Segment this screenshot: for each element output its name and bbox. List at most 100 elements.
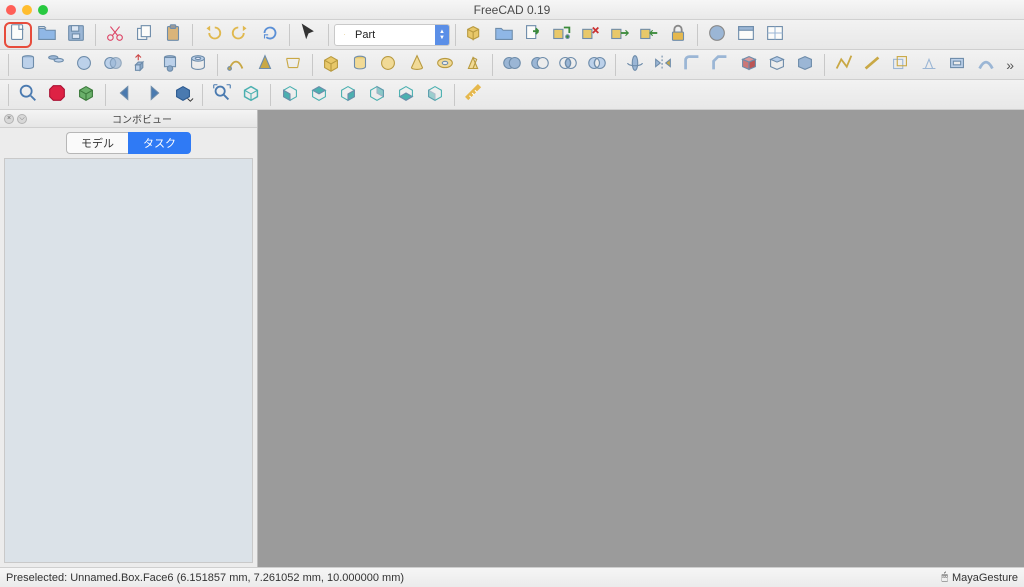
front-button[interactable] <box>276 82 304 108</box>
link-break-button[interactable] <box>577 22 605 48</box>
shell-button[interactable] <box>763 52 790 78</box>
thickness-icon <box>946 52 968 77</box>
right-button[interactable] <box>334 82 362 108</box>
track-button[interactable] <box>761 22 789 48</box>
revolve-button[interactable] <box>621 52 648 78</box>
stop-icon <box>46 82 68 107</box>
refresh-button[interactable] <box>256 22 284 48</box>
tube-icon <box>187 52 209 77</box>
save-doc-button[interactable] <box>62 22 90 48</box>
cone-shape-icon <box>254 52 276 77</box>
view-dd-button[interactable] <box>169 82 197 108</box>
cone-shape-button[interactable] <box>251 52 278 78</box>
sweep2-button[interactable] <box>972 52 999 78</box>
project-button[interactable] <box>915 52 942 78</box>
cyl-2-icon <box>45 52 67 77</box>
toolbar-separator <box>455 24 456 46</box>
fillet-button[interactable] <box>678 52 705 78</box>
bool-cut-button[interactable] <box>526 52 553 78</box>
tube-button[interactable] <box>184 52 211 78</box>
bool-cut-icon <box>529 52 551 77</box>
tab-task[interactable]: タスク <box>128 132 191 154</box>
zoom-button[interactable] <box>14 82 42 108</box>
bottom-button[interactable] <box>392 82 420 108</box>
new-doc-button[interactable] <box>4 22 32 48</box>
window-icon <box>735 22 757 47</box>
edge-button[interactable] <box>858 52 885 78</box>
zoom-fit-icon <box>211 82 233 107</box>
box-button[interactable] <box>318 52 345 78</box>
rear-button[interactable] <box>363 82 391 108</box>
workbench-selector[interactable]: Part▲▼ <box>334 24 450 46</box>
cone-p-button[interactable] <box>403 52 430 78</box>
link-var-button[interactable] <box>606 22 634 48</box>
stop-button[interactable] <box>43 82 71 108</box>
thickness-button[interactable] <box>944 52 971 78</box>
new-doc-icon <box>7 22 29 47</box>
tab-model[interactable]: モデル <box>66 132 128 154</box>
combo-view-panel: × ⌵ コンボビュー モデル タスク <box>0 110 258 567</box>
link-group-button[interactable] <box>548 22 576 48</box>
chamfer-button[interactable] <box>707 52 734 78</box>
viewport-3d[interactable] <box>258 110 1024 567</box>
panel-close-icon[interactable]: × <box>4 114 14 124</box>
panel-undock-icon[interactable]: ⌵ <box>17 114 27 124</box>
iso-button[interactable] <box>237 82 265 108</box>
close-icon[interactable] <box>6 5 16 15</box>
link-var-icon <box>609 22 631 47</box>
pointer-button[interactable] <box>295 22 323 48</box>
undo-button[interactable] <box>198 22 226 48</box>
sphere-p-button[interactable] <box>374 52 401 78</box>
lock-button[interactable] <box>664 22 692 48</box>
bool-union-icon <box>501 52 523 77</box>
maximize-icon[interactable] <box>38 5 48 15</box>
cyl-join-icon <box>159 52 181 77</box>
torus-p-button[interactable] <box>431 52 458 78</box>
box-link-button[interactable] <box>461 22 489 48</box>
nav-style-icon[interactable]: 🖱 <box>941 571 948 584</box>
zoom-fit-button[interactable] <box>208 82 236 108</box>
link-sel-button[interactable] <box>635 22 663 48</box>
bool-xor-button[interactable] <box>583 52 610 78</box>
minimize-icon[interactable] <box>22 5 32 15</box>
extrude-button[interactable] <box>127 52 154 78</box>
cyl-join-button[interactable] <box>156 52 183 78</box>
status-nav-style[interactable]: MayaGesture <box>952 572 1018 584</box>
color-pick-button[interactable] <box>703 22 731 48</box>
window-button[interactable] <box>732 22 760 48</box>
cyl-2-button[interactable] <box>42 52 69 78</box>
export-button[interactable] <box>519 22 547 48</box>
solid-button[interactable] <box>792 52 819 78</box>
face-icon <box>738 52 760 77</box>
bool-intersect-button[interactable] <box>555 52 582 78</box>
sweep-button[interactable] <box>223 52 250 78</box>
cut-button[interactable] <box>101 22 129 48</box>
left-button[interactable] <box>421 82 449 108</box>
face-button[interactable] <box>735 52 762 78</box>
paste-button[interactable] <box>159 22 187 48</box>
toolbar-separator <box>105 84 106 106</box>
link-group-icon <box>551 22 573 47</box>
wire-button[interactable] <box>830 52 857 78</box>
open-doc-button[interactable] <box>33 22 61 48</box>
cylinder-p-button[interactable] <box>346 52 373 78</box>
sphere-button[interactable] <box>71 52 98 78</box>
folder-button[interactable] <box>490 22 518 48</box>
copy-button[interactable] <box>130 22 158 48</box>
cylinder-button[interactable] <box>14 52 41 78</box>
toolbar-separator <box>8 54 9 76</box>
arrow-left-button[interactable] <box>111 82 139 108</box>
arrow-right-button[interactable] <box>140 82 168 108</box>
bool-union-button[interactable] <box>498 52 525 78</box>
measure-button[interactable] <box>460 82 488 108</box>
mirror-button[interactable] <box>650 52 677 78</box>
nav-cube-button[interactable] <box>72 82 100 108</box>
redo-button[interactable] <box>227 22 255 48</box>
workbench-label: Part <box>355 29 375 41</box>
intersect-button[interactable] <box>99 52 126 78</box>
toolbar-overflow-button[interactable]: » <box>1000 57 1020 73</box>
loft-button[interactable] <box>279 52 306 78</box>
offset-button[interactable] <box>887 52 914 78</box>
top-button[interactable] <box>305 82 333 108</box>
prism-p-button[interactable] <box>460 52 487 78</box>
